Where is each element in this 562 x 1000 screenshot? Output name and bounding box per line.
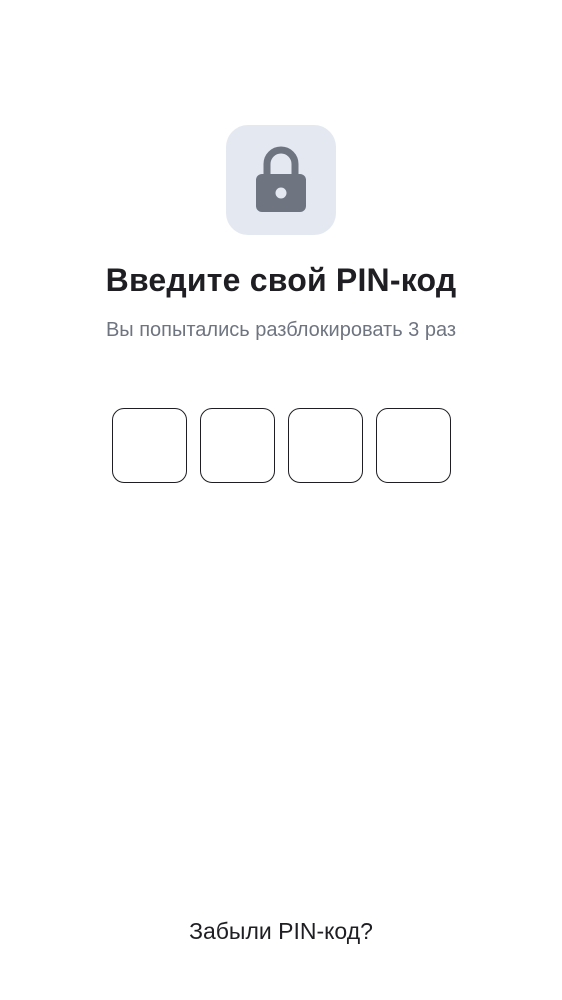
lock-icon xyxy=(256,146,306,212)
attempts-message: Вы попытались разблокировать 3 раз xyxy=(105,319,457,341)
pin-digit-3[interactable] xyxy=(288,408,363,483)
pin-digit-1[interactable] xyxy=(112,408,187,483)
forgot-pin-link[interactable]: Забыли PIN-код? xyxy=(0,914,562,948)
lock-tile xyxy=(226,125,336,235)
pin-digit-2[interactable] xyxy=(200,408,275,483)
pin-entry-screen: Введите свой PIN-код Вы попытались разбл… xyxy=(0,0,562,1000)
page-title: Введите свой PIN-код xyxy=(105,262,457,298)
pin-input-group xyxy=(112,408,451,483)
pin-digit-4[interactable] xyxy=(376,408,451,483)
